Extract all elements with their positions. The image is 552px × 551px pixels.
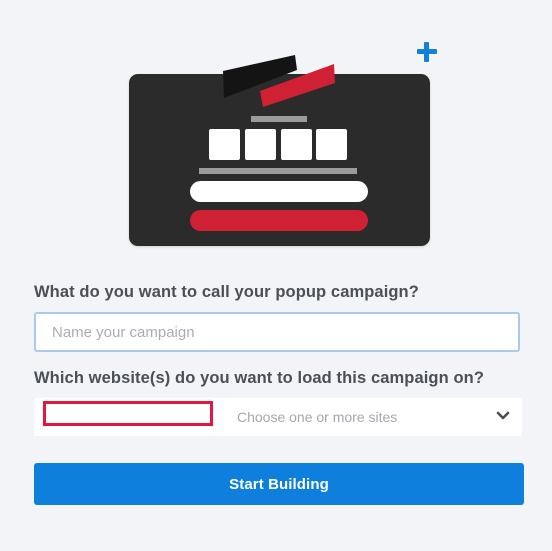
header-illustration-area: [0, 0, 552, 270]
sites-select[interactable]: Choose one or more sites: [34, 398, 522, 436]
tile-shape: [281, 129, 312, 160]
divider-line-shape: [199, 168, 357, 174]
tile-shape: [316, 129, 347, 160]
input-pill-shape: [190, 181, 368, 202]
ribbon-icon: [223, 55, 335, 107]
header-line-shape: [251, 116, 307, 122]
plus-icon[interactable]: [416, 41, 438, 63]
tile-shape: [209, 129, 240, 160]
selected-sites-field[interactable]: [43, 401, 213, 426]
start-building-button[interactable]: Start Building: [34, 463, 524, 505]
chevron-down-icon[interactable]: [496, 411, 510, 421]
tile-shape: [245, 129, 276, 160]
sites-label: Which website(s) do you want to load thi…: [34, 369, 484, 387]
button-pill-shape: [190, 210, 368, 231]
campaign-name-label: What do you want to call your popup camp…: [34, 283, 419, 301]
sites-placeholder: Choose one or more sites: [237, 409, 398, 425]
campaign-name-input[interactable]: [34, 312, 520, 352]
